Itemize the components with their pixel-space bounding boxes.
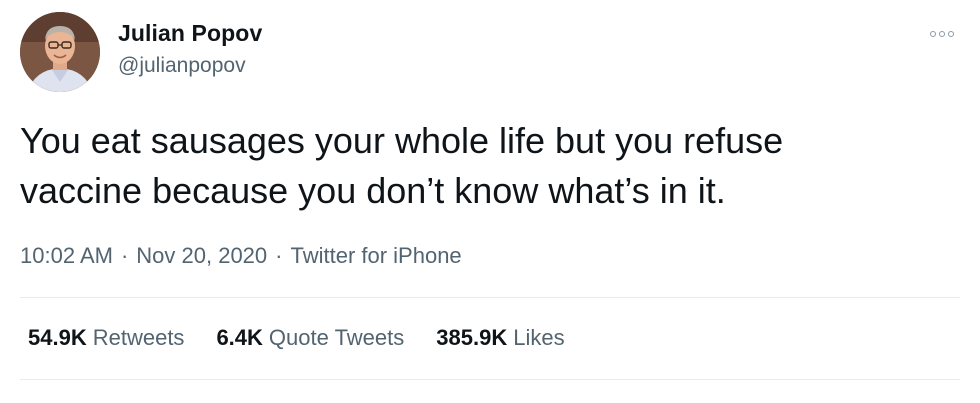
profile-photo-icon (20, 12, 100, 92)
likes-stat[interactable]: 385.9K Likes (436, 325, 564, 351)
retweets-label: Retweets (92, 325, 185, 350)
tweet-time[interactable]: 10:02 AM (20, 243, 113, 268)
separator: · (275, 243, 283, 268)
tweet-text-line: You eat sausages your whole life but you… (20, 120, 784, 161)
engagement-stats: 54.9K Retweets 6.4K Quote Tweets 385.9K Lik… (28, 325, 565, 351)
likes-count: 385.9K (436, 325, 508, 350)
divider (20, 297, 960, 298)
avatar[interactable] (20, 12, 100, 92)
divider (20, 379, 960, 380)
dot-icon (939, 31, 945, 37)
author-handle[interactable]: @julianpopov (118, 54, 246, 78)
retweets-stat[interactable]: 54.9K Retweets (28, 325, 184, 351)
tweet-text-line: vaccine because you don’t know what’s in… (20, 170, 726, 211)
dot-icon (930, 31, 936, 37)
tweet-card: Julian Popov @julianpopov You eat sausag… (0, 0, 980, 403)
retweets-count: 54.9K (28, 325, 87, 350)
dot-icon (948, 31, 954, 37)
more-options-icon[interactable] (930, 28, 960, 40)
quote-tweets-stat[interactable]: 6.4K Quote Tweets (216, 325, 404, 351)
author-name[interactable]: Julian Popov (118, 20, 262, 47)
quote-tweets-label: Quote Tweets (268, 325, 405, 350)
tweet-text: You eat sausages your whole life but you… (20, 116, 950, 216)
tweet-metadata: 10:02 AM · Nov 20, 2020 · Twitter for iPhone (20, 243, 462, 269)
likes-label: Likes (513, 325, 565, 350)
tweet-date[interactable]: Nov 20, 2020 (136, 243, 267, 268)
tweet-source[interactable]: Twitter for iPhone (290, 243, 461, 268)
separator: · (120, 243, 129, 268)
quote-tweets-count: 6.4K (216, 325, 263, 350)
